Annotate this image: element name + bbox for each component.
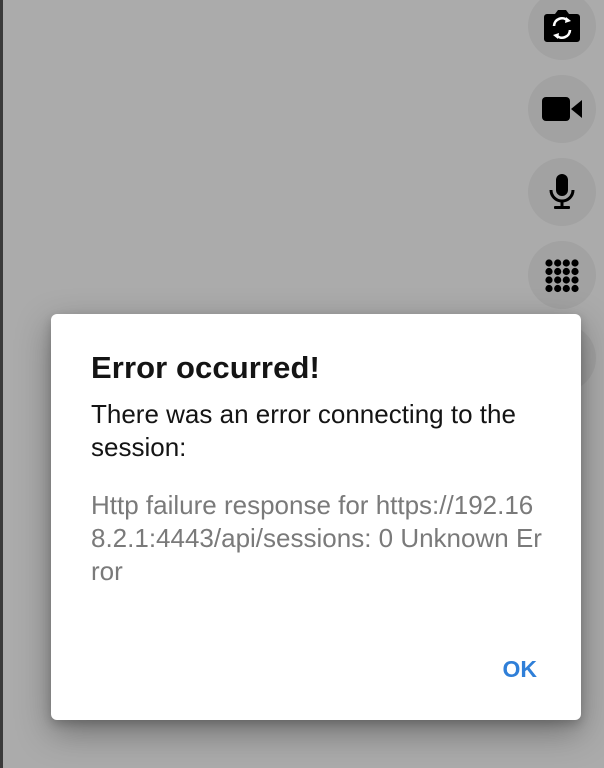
flip-camera-button[interactable] bbox=[528, 0, 596, 60]
microphone-icon bbox=[548, 173, 576, 211]
dialpad-button[interactable] bbox=[528, 241, 596, 309]
error-dialog: Error occurred! There was an error conne… bbox=[51, 314, 581, 720]
microphone-toggle-button[interactable] bbox=[528, 158, 596, 226]
dialpad-icon bbox=[544, 257, 580, 293]
dialog-message: There was an error connecting to the ses… bbox=[91, 399, 516, 462]
ok-button[interactable]: OK bbox=[495, 652, 546, 687]
dialog-title: Error occurred! bbox=[91, 350, 320, 385]
video-camera-icon bbox=[541, 95, 583, 123]
video-toggle-button[interactable] bbox=[528, 75, 596, 143]
error-detail: Http failure response for https://192.16… bbox=[91, 490, 542, 586]
window-edge bbox=[0, 0, 3, 768]
flip-camera-icon bbox=[542, 8, 582, 44]
screen: Error occurred! There was an error conne… bbox=[0, 0, 604, 768]
